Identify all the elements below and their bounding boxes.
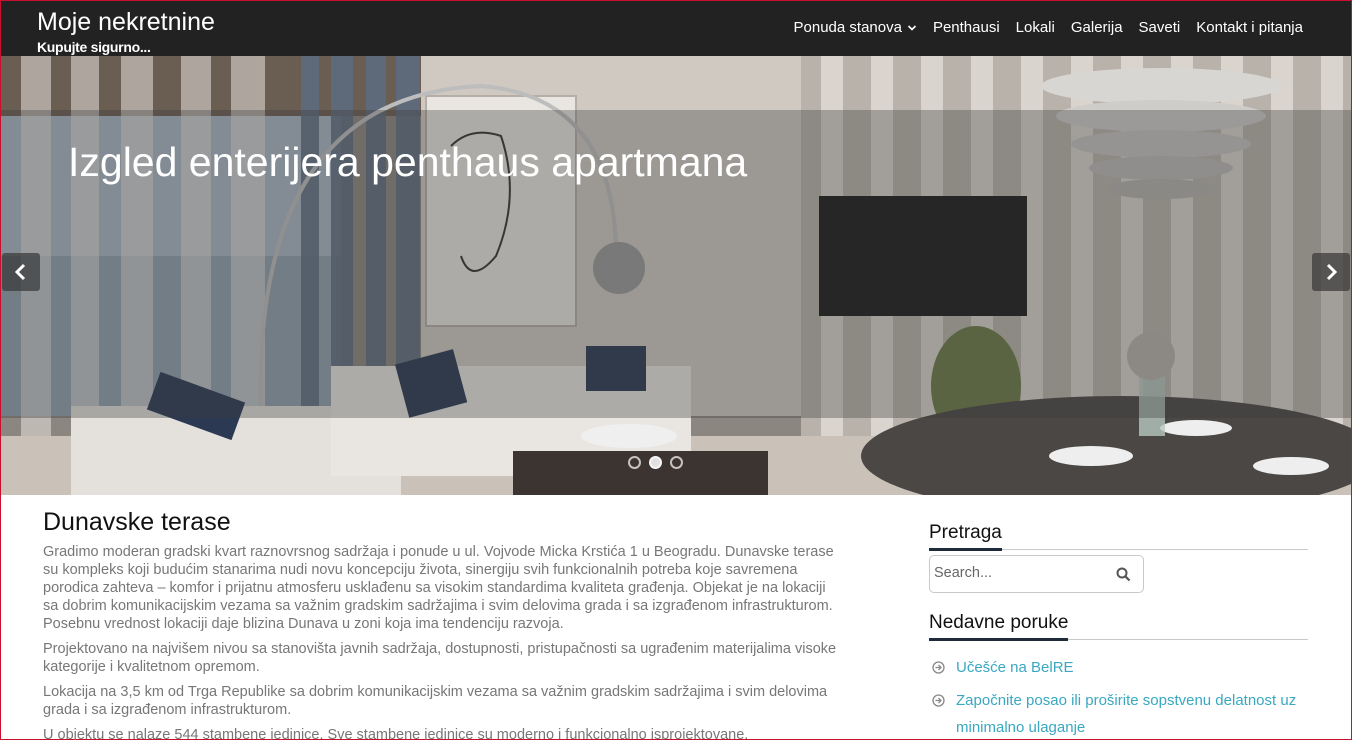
search-icon[interactable]: [1116, 567, 1131, 582]
search-input[interactable]: [934, 565, 1104, 581]
carousel-prev-button[interactable]: [2, 253, 40, 291]
sidebar: Pretraga Nedavne poruke Učešće na BelRE: [929, 521, 1308, 740]
recent-post-link[interactable]: Započnite posao ili proširite sopstvenu …: [929, 687, 1308, 740]
recent-post-label: Započnite posao ili proširite sopstvenu …: [956, 692, 1297, 736]
chevron-down-icon: [907, 25, 917, 31]
article-paragraph: Gradimo moderan gradski kvart raznovrsno…: [43, 544, 834, 632]
nav-item-label: Galerija: [1070, 19, 1123, 36]
nav-item-galerija[interactable]: Galerija: [1071, 18, 1123, 38]
circle-arrow-right-icon: [932, 694, 945, 707]
carousel-dot[interactable]: [649, 456, 662, 469]
recent-post-link[interactable]: Učešće na BelRE: [929, 654, 1308, 681]
nav-item-lokali[interactable]: Lokali: [1016, 18, 1055, 38]
nav-item-label: Kontakt i pitanja: [1196, 19, 1303, 36]
carousel-indicators: [628, 456, 683, 469]
nav-item-label: Saveti: [1138, 19, 1181, 36]
article-title: Dunavske terase: [43, 508, 231, 536]
article-paragraph: U objektu se nalaze 544 stambene jedinic…: [43, 727, 749, 740]
carousel-dot[interactable]: [628, 456, 641, 469]
recent-posts-header: Nedavne poruke: [929, 611, 1308, 641]
search-box: [929, 555, 1144, 593]
site-tagline: Kupujte sigurno...: [37, 39, 151, 55]
search-widget-header: Pretraga: [929, 521, 1308, 551]
circle-arrow-right-icon: [932, 661, 945, 674]
nav-item-label: Penthausi: [932, 19, 1000, 36]
carousel-next-button[interactable]: [1312, 253, 1350, 291]
nav-item-penthausi[interactable]: Penthausi: [933, 18, 1000, 38]
article-paragraph: Projektovano na najvišem nivou sa stanov…: [43, 641, 837, 675]
search-widget-title: Pretraga: [929, 521, 1002, 551]
recent-post-label: Učešće na BelRE: [956, 659, 1074, 676]
carousel-dot[interactable]: [670, 456, 683, 469]
nav-item-label: Lokali: [1015, 19, 1055, 36]
nav-item-saveti[interactable]: Saveti: [1139, 18, 1181, 38]
nav-item-kontakt[interactable]: Kontakt i pitanja: [1196, 18, 1303, 38]
recent-posts-title: Nedavne poruke: [929, 611, 1069, 641]
nav-item-ponuda-stanova[interactable]: Ponuda stanova: [794, 18, 917, 38]
article-paragraph: Lokacija na 3,5 km od Trga Republike sa …: [43, 684, 828, 718]
chevron-right-icon: [1326, 263, 1338, 281]
slide-caption: Izgled enterijera penthaus apartmana: [68, 139, 748, 185]
main-nav: Ponuda stanova Penthausi Lokali Galerija…: [778, 18, 1303, 38]
site-title[interactable]: Moje nekretnine: [37, 7, 215, 37]
recent-posts-list: Učešće na BelRE Započnite posao ili proš…: [929, 654, 1308, 740]
top-navbar: Moje nekretnine Kupujte sigurno... Ponud…: [1, 1, 1351, 56]
article: Dunavske terase Gradimo moderan gradski …: [43, 507, 843, 740]
chevron-left-icon: [14, 263, 26, 281]
hero-carousel: Izgled enterijera penthaus apartmana: [1, 56, 1351, 495]
nav-item-label: Ponuda stanova: [793, 19, 902, 36]
